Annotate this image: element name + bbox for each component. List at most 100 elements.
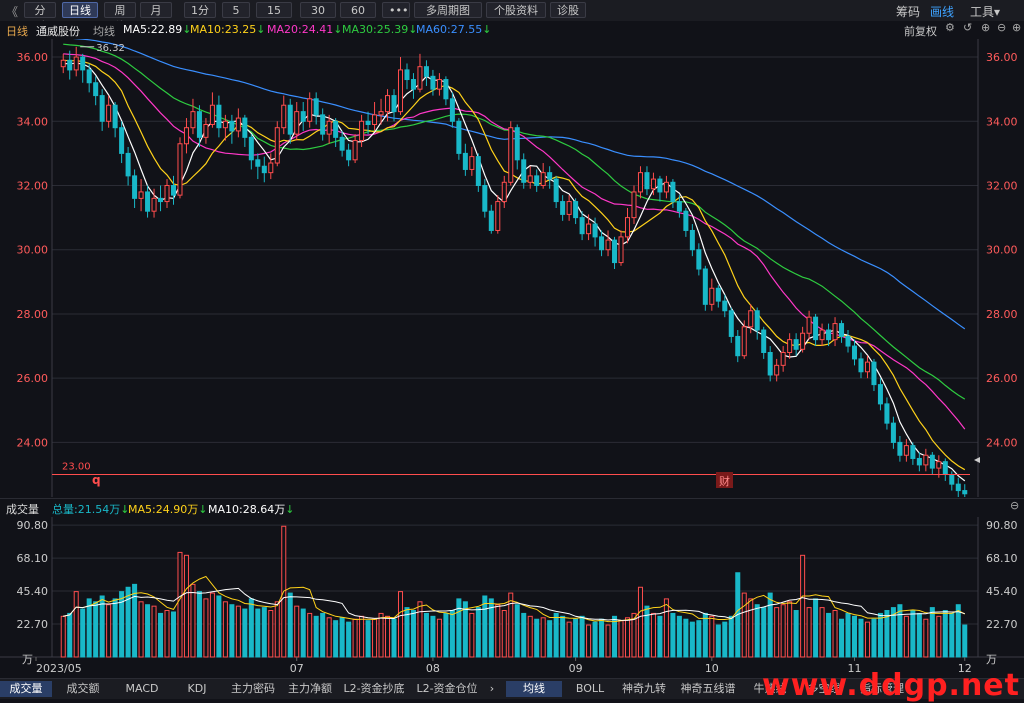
volume-bar — [80, 608, 86, 658]
indicator-tab-left-5[interactable]: 主力净额 — [284, 681, 336, 697]
tools-menu-button[interactable]: 工具▾ — [970, 3, 1000, 20]
stock-name[interactable]: 通威股份 — [36, 23, 80, 39]
candle-body — [164, 185, 170, 203]
period-button-4[interactable]: 1分 — [184, 2, 216, 18]
candle-body — [404, 69, 410, 81]
add-icon[interactable]: ⊕ — [1012, 21, 1021, 34]
period-button-9[interactable]: ••• — [382, 2, 410, 18]
volume-bar — [261, 607, 267, 658]
candle-body — [806, 316, 812, 334]
indicator-tab-right-1[interactable]: BOLL — [566, 681, 614, 697]
indicator-tab-left-7[interactable]: L2-资金仓位 — [412, 681, 482, 697]
volume-bar — [851, 615, 858, 658]
candle — [255, 153, 261, 180]
volume-bar — [826, 612, 832, 658]
period-button-12[interactable]: 诊股 — [550, 2, 586, 18]
indicator-tab-left-0[interactable]: 成交量 — [0, 681, 52, 697]
volume-title[interactable]: 成交量 — [6, 501, 39, 517]
tabs-next-arrow-icon[interactable]: › — [484, 681, 500, 697]
volume-bar — [190, 583, 196, 658]
date-label: 2023/05 — [36, 662, 82, 675]
volume-bar — [313, 615, 319, 658]
candle-body — [339, 136, 345, 151]
candle-body — [826, 329, 832, 341]
candle — [183, 118, 189, 154]
price-axis-right: 36.00 34.00 32.00 30.00 28.00 26.00 24.00 — [986, 51, 1018, 449]
indicator-tab-right-3[interactable]: 神奇五线谱 — [674, 681, 742, 697]
ma30-line — [63, 43, 966, 400]
candle — [780, 346, 786, 372]
candle — [456, 118, 462, 160]
volume-bar — [326, 617, 332, 658]
indicator-tab-left-4[interactable]: 主力密码 — [224, 681, 282, 697]
volume-tick-left: 45.40 — [17, 585, 49, 598]
ma-lines — [63, 39, 966, 482]
candle-body — [352, 140, 358, 161]
indicator-tab-right-0[interactable]: 均线 — [506, 681, 562, 697]
volume-bar — [300, 608, 306, 658]
kline-chart[interactable]: 36.00 34.00 32.00 30.00 28.00 26.00 24.00 36.0… — [0, 39, 1024, 678]
undo-icon[interactable]: ↺ — [963, 21, 972, 34]
candle — [80, 53, 86, 83]
candle-body — [385, 95, 391, 113]
zoom-out-icon[interactable]: ⊖ — [997, 21, 1006, 34]
candle-body — [877, 384, 883, 405]
candle — [890, 416, 896, 449]
adjust-mode-button[interactable]: 前复权 — [904, 23, 937, 39]
period-button-6[interactable]: 15分 — [256, 2, 292, 33]
volume-bar — [475, 607, 481, 658]
candle-body — [67, 59, 73, 71]
volume-bar — [339, 617, 345, 658]
volume-bar — [599, 618, 605, 658]
candle — [132, 169, 138, 208]
period-button-8[interactable]: 60分 — [340, 2, 376, 33]
draw-line-button[interactable]: 画线 — [930, 3, 954, 20]
ma20-line — [63, 53, 966, 430]
volume-bar — [819, 607, 825, 658]
back-icon[interactable]: 《 — [6, 3, 18, 20]
indicator-tab-right-2[interactable]: 神奇九转 — [616, 681, 672, 697]
candle — [300, 102, 306, 131]
close-panel-icon[interactable]: ⊖ — [1010, 499, 1019, 512]
volume-bar — [683, 618, 689, 658]
volume-bar — [320, 612, 326, 658]
candle-body — [514, 127, 520, 161]
volume-bar — [923, 618, 929, 658]
mean-line-label[interactable]: 均线 — [93, 23, 115, 39]
settings-icon[interactable]: ⚙ — [945, 21, 955, 34]
candle-body — [307, 98, 313, 122]
chip-distribution-button[interactable]: 筹码 — [896, 3, 920, 20]
volume-bar — [871, 618, 877, 658]
price-tick-right: 36.00 — [986, 51, 1018, 64]
candle — [618, 230, 624, 266]
zoom-in-icon[interactable]: ⊕ — [981, 21, 990, 34]
candle — [735, 330, 741, 363]
period-button-3[interactable]: 月线 — [140, 2, 172, 33]
volume-bars — [60, 525, 968, 658]
candle-body — [650, 178, 656, 190]
volume-bar — [845, 612, 851, 658]
candle — [119, 121, 125, 164]
period-button-5[interactable]: 5分 — [222, 2, 250, 33]
candle-body — [235, 117, 241, 132]
candle-body — [462, 152, 468, 170]
period-button-10[interactable]: 多周期图 ⌄ — [414, 2, 482, 33]
volume-bar — [177, 551, 183, 658]
volume-tick-right: 68.10 — [986, 552, 1018, 565]
period-button-2[interactable]: 周线 — [104, 2, 136, 33]
indicator-tab-left-2[interactable]: MACD — [114, 681, 170, 697]
candle-body — [547, 172, 553, 180]
indicator-tab-left-1[interactable]: 成交额 — [56, 681, 110, 697]
candle — [657, 175, 663, 202]
indicator-tab-left-6[interactable]: L2-资金抄底 — [338, 681, 410, 697]
period-button-0[interactable]: 分时 — [24, 2, 56, 33]
volume-bar — [592, 621, 598, 658]
candle-body — [715, 287, 721, 302]
indicator-tab-left-3[interactable]: KDJ — [172, 681, 222, 697]
period-button-11[interactable]: 个股资料 — [486, 2, 546, 18]
period-button-7[interactable]: 30分 — [300, 2, 336, 33]
candle — [482, 179, 488, 218]
candle-body — [268, 162, 274, 174]
period-button-1[interactable]: 日线 — [62, 2, 98, 18]
volume-bar — [255, 608, 261, 658]
